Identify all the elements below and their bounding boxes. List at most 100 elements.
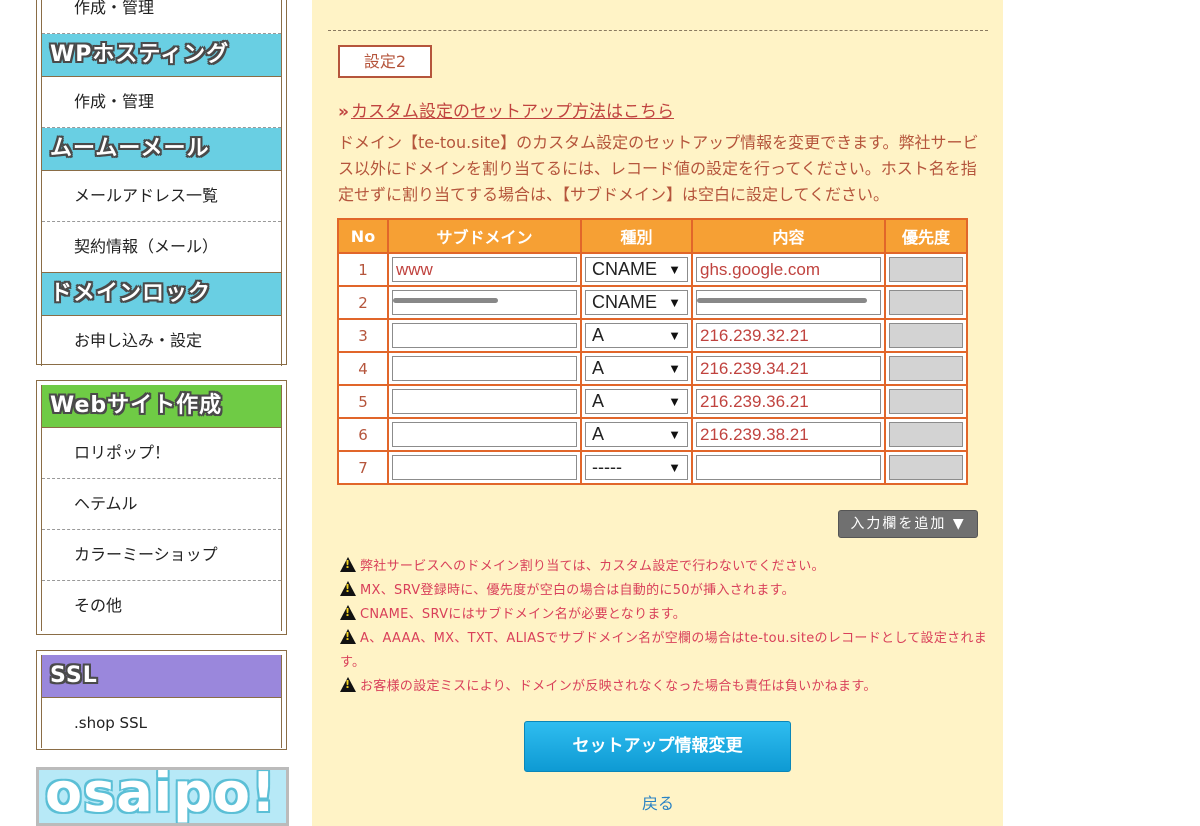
- table-row: 4 A ▼ 216.239.34.21: [337, 351, 968, 386]
- content-input[interactable]: 216.239.36.21: [696, 389, 881, 414]
- type-select-value: A: [592, 424, 605, 444]
- osaipo-banner[interactable]: osaipo!: [36, 767, 289, 826]
- content-cell: 216.239.32.21: [691, 318, 886, 353]
- description: ドメイン【te-tou.site】のカスタム設定のセットアップ情報を変更できます…: [338, 133, 979, 204]
- subdomain-input[interactable]: [392, 323, 577, 348]
- note-text: MX、SRV登録時に、優先度が空白の場合は自動的に50が挿入されます。: [360, 583, 795, 598]
- subdomain-cell: [387, 318, 582, 353]
- type-cell: CNAME ▼: [580, 285, 693, 320]
- priority-cell: [884, 252, 968, 287]
- table-row: 5 A ▼ 216.239.36.21: [337, 384, 968, 419]
- submit-setup-button[interactable]: セットアップ情報変更: [524, 721, 791, 772]
- back-link[interactable]: 戻る: [642, 790, 674, 814]
- subdomain-cell: [387, 417, 582, 452]
- subdomain-input[interactable]: [392, 455, 577, 480]
- sidebar-item-shop-ssl[interactable]: .shop SSL: [42, 698, 281, 748]
- setting-label: 設定2: [338, 45, 432, 78]
- subdomain-cell: [387, 450, 582, 485]
- section-domain-lock-header: ドメインロック: [42, 272, 281, 316]
- type-select-value: A: [592, 391, 605, 411]
- sidebar-item-manage-top[interactable]: 作成・管理: [42, 0, 281, 34]
- priority-input-disabled: [889, 290, 963, 315]
- content-cell: 216.239.34.21: [691, 351, 886, 386]
- type-select-value: -----: [592, 457, 622, 477]
- type-select-value: CNAME: [592, 292, 658, 312]
- type-select[interactable]: A ▼: [585, 356, 688, 381]
- add-rows-button[interactable]: 入力欄を追加 ▼: [838, 510, 978, 538]
- row-number-cell: 5: [337, 384, 389, 419]
- note-text: A、AAAA、MX、TXT、ALIASでサブドメイン名が空欄の場合はte-tou…: [340, 631, 988, 670]
- column-header-type: 種別: [580, 218, 693, 254]
- priority-input-disabled: [889, 323, 963, 348]
- content-input[interactable]: [696, 455, 881, 480]
- note-item: MX、SRV登録時に、優先度が空白の場合は自動的に50が挿入されます。: [340, 579, 990, 603]
- section-muumuu-mail-header: ムームーメール: [42, 128, 281, 171]
- warning-icon: [340, 605, 356, 620]
- priority-cell: [884, 417, 968, 452]
- table-row: 2 CNAME ▼: [337, 285, 968, 320]
- type-cell: A ▼: [580, 384, 693, 419]
- subdomain-cell: [387, 285, 582, 320]
- row-number: 1: [358, 260, 368, 279]
- sidebar-item-lolipop[interactable]: ロリポップ！: [42, 428, 281, 479]
- content-cell: 216.239.38.21: [691, 417, 886, 452]
- subdomain-input[interactable]: www: [392, 257, 577, 282]
- sidebar-item-colorme-shop[interactable]: カラーミーショップ: [42, 530, 281, 581]
- priority-cell: [884, 318, 968, 353]
- dropdown-arrow-icon: ▼: [668, 262, 681, 277]
- type-select[interactable]: CNAME ▼: [585, 257, 688, 282]
- table-row: 6 A ▼ 216.239.38.21: [337, 417, 968, 452]
- type-cell: A ▼: [580, 417, 693, 452]
- subdomain-input[interactable]: [392, 389, 577, 414]
- note-text: 弊社サービスへのドメイン割り当ては、カスタム設定で行わないでください。: [360, 559, 825, 574]
- sidebar-item-mail-contract[interactable]: 契約情報（メール）: [42, 222, 281, 272]
- warning-icon: [340, 557, 356, 572]
- section-website-header: Webサイト作成: [42, 385, 281, 428]
- sidebar-item-mail-address-list[interactable]: メールアドレス一覧: [42, 171, 281, 222]
- type-cell: CNAME ▼: [580, 252, 693, 287]
- type-select-value: A: [592, 358, 605, 378]
- type-select-value: CNAME: [592, 259, 658, 279]
- column-header-content: 内容: [691, 218, 886, 254]
- sidebar-item-domain-lock-apply[interactable]: お申し込み・設定: [42, 316, 281, 366]
- type-cell: A ▼: [580, 318, 693, 353]
- note-text: お客様の設定ミスにより、ドメインが反映されなくなった場合も責任は負いかねます。: [360, 679, 877, 694]
- type-select[interactable]: A ▼: [585, 323, 688, 348]
- sidebar-ssl-box-inner: SSL .shop SSL: [41, 655, 282, 748]
- content-cell: [691, 450, 886, 485]
- row-number: 5: [358, 392, 368, 411]
- content-input[interactable]: 216.239.38.21: [696, 422, 881, 447]
- column-header-subdomain: サブドメイン: [387, 218, 582, 254]
- row-number: 3: [358, 326, 368, 345]
- setup-howto-link[interactable]: » カスタム設定のセットアップ方法はこちら: [338, 97, 674, 122]
- sidebar-item-other[interactable]: その他: [42, 581, 281, 631]
- note-text: CNAME、SRVにはサブドメイン名が必要となります。: [360, 607, 687, 622]
- row-number: 6: [358, 425, 368, 444]
- type-select[interactable]: A ▼: [585, 389, 688, 414]
- main-content: 設定2 » カスタム設定のセットアップ方法はこちら ドメイン【te-tou.sit…: [312, 0, 1003, 826]
- type-select-value: A: [592, 325, 605, 345]
- warning-icon: [340, 677, 356, 692]
- dropdown-arrow-icon: ▼: [668, 427, 681, 442]
- type-select[interactable]: A ▼: [585, 422, 688, 447]
- divider: [328, 30, 988, 31]
- content-input[interactable]: ghs.google.com: [696, 257, 881, 282]
- note-item: CNAME、SRVにはサブドメイン名が必要となります。: [340, 603, 990, 627]
- subdomain-input[interactable]: [392, 356, 577, 381]
- content-input[interactable]: 216.239.34.21: [696, 356, 881, 381]
- table-row: 7 ----- ▼: [337, 450, 968, 485]
- row-number-cell: 4: [337, 351, 389, 386]
- dropdown-arrow-icon: ▼: [668, 295, 681, 310]
- type-select[interactable]: ----- ▼: [585, 455, 688, 480]
- note-item: お客様の設定ミスにより、ドメインが反映されなくなった場合も責任は負いかねます。: [340, 675, 990, 699]
- subdomain-input[interactable]: [392, 422, 577, 447]
- type-select[interactable]: CNAME ▼: [585, 290, 688, 315]
- content-input[interactable]: 216.239.32.21: [696, 323, 881, 348]
- sidebar-item-heteml[interactable]: ヘテムル: [42, 479, 281, 530]
- sidebar-website-box: Webサイト作成 ロリポップ！ ヘテムル カラーミーショップ その他: [36, 380, 287, 635]
- section-ssl-header: SSL: [42, 655, 281, 698]
- subdomain-cell: www: [387, 252, 582, 287]
- sidebar-item-wp-manage[interactable]: 作成・管理: [42, 77, 281, 128]
- content-cell: ghs.google.com: [691, 252, 886, 287]
- column-header-priority: 優先度: [884, 218, 968, 254]
